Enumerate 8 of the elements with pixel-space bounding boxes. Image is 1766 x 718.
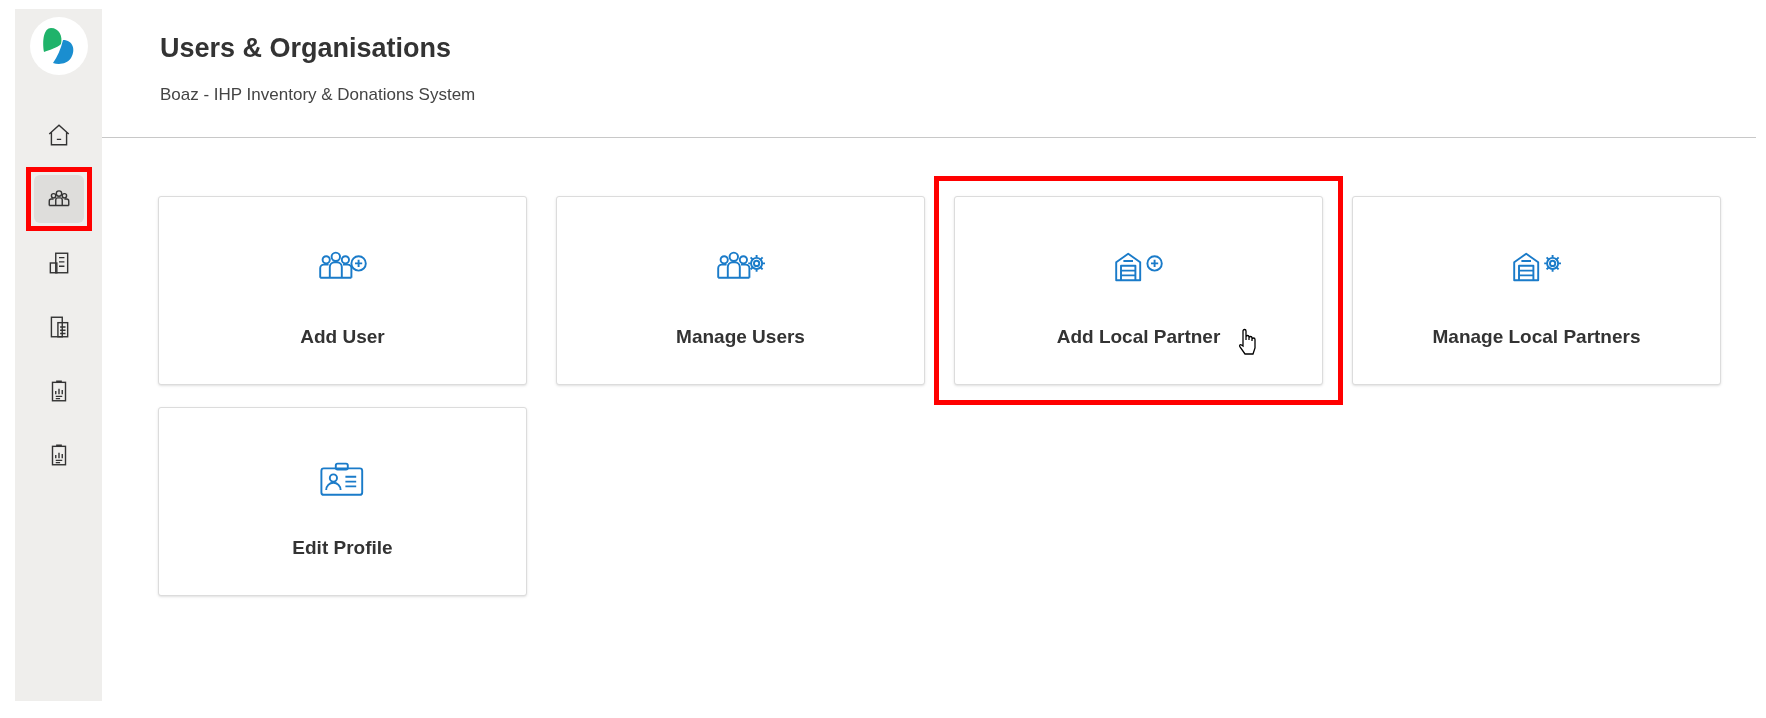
sidebar-nav-button[interactable] <box>33 175 84 223</box>
page-subtitle: Boaz - IHP Inventory & Donations System <box>160 84 477 106</box>
page-title: Users & Organisations <box>160 32 453 65</box>
menu-card[interactable]: Manage Users <box>556 196 925 385</box>
menu-card[interactable]: Add Local Partner <box>954 196 1323 385</box>
menu-card[interactable]: Manage Local Partners <box>1352 196 1721 385</box>
menu-card[interactable]: Add User <box>158 196 527 385</box>
menu-card[interactable]: Edit Profile <box>158 407 527 596</box>
